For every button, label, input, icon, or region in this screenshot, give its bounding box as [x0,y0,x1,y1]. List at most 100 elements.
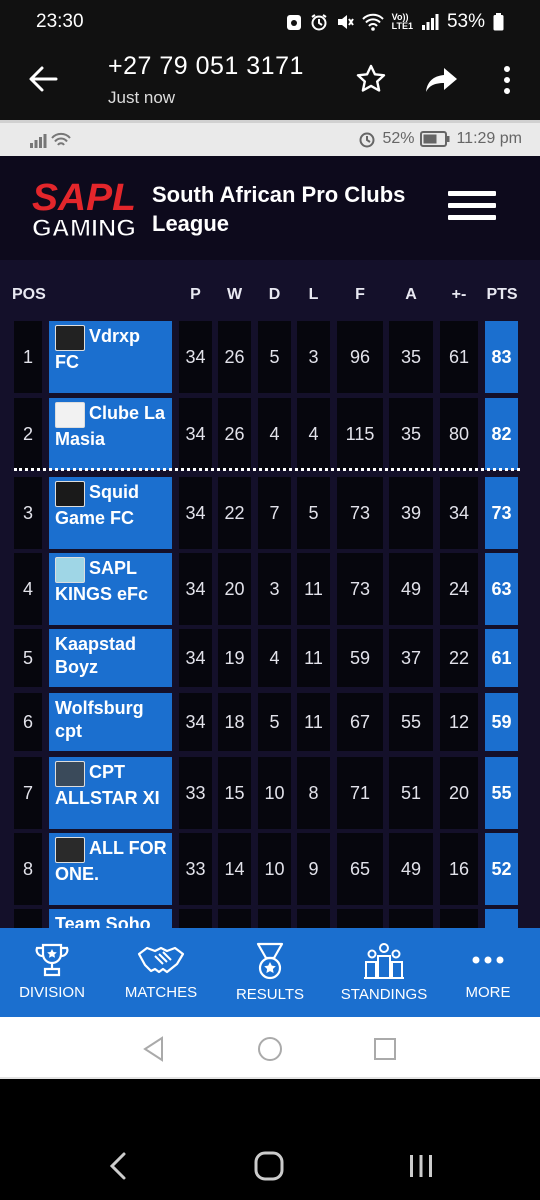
inner-alarm-icon [359,132,375,148]
header-f: F [355,286,365,303]
inner-home-icon [258,1037,282,1061]
status-bar: 23:30 Vo)) LTE1 53% [0,0,540,44]
position-cell: 1 [14,321,42,393]
points-cell: 83 [485,321,518,393]
alarm-icon [311,14,327,31]
share-icon[interactable] [424,62,460,96]
stat-cell-d: 4 [258,629,291,687]
team-name-cell[interactable]: CPT ALLSTAR XI [49,757,172,829]
table-row: 3 Squid Game FC 34 22 7 5 73 39 34 73 [0,477,540,549]
stat-cell-f: 73 [337,553,383,625]
stat-cell-p: 34 [179,553,212,625]
sapl-gaming-logo[interactable]: SAPL GAMING [30,176,140,243]
team-badge-icon [55,557,85,583]
team-name-line2: ONE. [55,864,100,884]
points-cell: 82 [485,398,518,470]
more-dots-icon [472,956,504,964]
stat-cell-f: 67 [337,693,383,751]
stat-cell-d: 5 [258,693,291,751]
team-name-cell[interactable]: ALL FOR ONE. [49,833,172,905]
team-name-cell[interactable]: Vdrxp FC [49,321,172,393]
team-name-cell[interactable]: SAPL KINGS eFc [49,553,172,625]
team-name-cell[interactable]: Kaapstad Boyz [49,629,172,687]
stat-cell-a: 35 [389,321,433,393]
qualification-divider [14,468,520,471]
battery-icon [493,13,504,31]
stat-cell-f: 59 [337,629,383,687]
team-badge-icon [55,325,85,351]
team-name-line2: KINGS eFc [55,584,149,604]
nav-standings-label: STANDINGS [340,986,428,1003]
team-badge-icon [55,837,85,863]
team-badge-icon [55,402,85,428]
stat-cell-d: 5 [258,321,291,393]
points-cell: 61 [485,629,518,687]
handshake-icon [137,946,185,974]
wifi-icon [361,13,384,31]
stat-cell-p: 34 [179,321,212,393]
stat-cell-f: 68 [337,909,383,928]
inner-battery-icon [420,131,450,147]
stat-cell-f: 73 [337,477,383,549]
stat-cell-l: 13 [297,909,330,928]
stat-cell-d: 3 [258,553,291,625]
stat-cell-a: 55 [389,693,433,751]
team-name-cell[interactable]: Wolfsburg cpt [49,693,172,751]
bottom-nav: DIVISION MATCHES RESULTS STANDINGS MORE [0,928,540,1017]
stat-cell-a: 49 [389,833,433,905]
screenshot-notification-icon [286,15,301,30]
back-arrow-icon[interactable] [26,62,60,96]
home-icon[interactable] [253,1151,285,1181]
inner-battery-percent: 52% [382,130,415,147]
stat-cell-a: 49 [389,553,433,625]
team-name-line1: ALL FOR [89,838,167,858]
league-name-line2: League [152,211,230,236]
header-pos: POS [12,286,46,303]
stat-cell-f: 115 [337,398,383,470]
hamburger-menu-icon[interactable] [448,191,496,225]
team-name-cell[interactable]: Clube La Masia [49,398,172,470]
table-row: 6 Wolfsburg cpt 34 18 5 11 67 55 12 59 [0,693,540,751]
back-icon[interactable] [106,1151,130,1181]
stat-cell-d: 4 [258,398,291,470]
table-row: 1 Vdrxp FC 34 26 5 3 96 35 61 83 [0,321,540,393]
nav-standings[interactable]: STANDINGS [336,928,432,1017]
nav-division-label: DIVISION [19,984,85,1001]
system-nav [0,1079,540,1200]
nav-matches-label: MATCHES [124,984,198,1001]
nav-more-label: MORE [465,984,511,1001]
stat-cell-d: 10 [258,757,291,829]
team-name-line2: cpt [55,721,82,741]
team-name-cell[interactable]: Team Soho [49,909,172,928]
stat-cell-f: 71 [337,757,383,829]
stat-cell-a: 61 [389,909,433,928]
nav-division[interactable]: DIVISION [10,928,94,1017]
stat-cell-gd: 22 [440,629,478,687]
stat-cell-f: 96 [337,321,383,393]
status-time: 23:30 [36,11,84,32]
stat-cell-gd: 16 [440,833,478,905]
team-name-cell[interactable]: Squid Game FC [49,477,172,549]
stat-cell-gd: 61 [440,321,478,393]
stat-cell-w: 19 [218,629,251,687]
trophy-icon [35,943,69,977]
recents-icon[interactable] [406,1153,436,1179]
stat-cell-gd: 20 [440,757,478,829]
header-a: A [405,286,417,303]
inner-signal-wifi-icon [30,132,71,148]
nav-more[interactable]: MORE [452,928,524,1017]
cell-signal-icon [421,14,439,30]
position-cell: 8 [14,833,42,905]
nav-results[interactable]: RESULTS [228,928,312,1017]
stat-cell-gd: 7 [440,909,478,928]
more-options-icon[interactable] [492,64,522,96]
stat-cell-l: 3 [297,321,330,393]
position-cell: 9 [14,909,42,928]
stat-cell-p: 34 [179,398,212,470]
star-icon[interactable] [354,62,388,96]
nav-matches[interactable]: MATCHES [118,928,204,1017]
points-cell: 49 [485,909,518,928]
header-w: W [226,286,243,303]
stat-cell-w: 18 [218,693,251,751]
stat-cell-w: 26 [218,321,251,393]
